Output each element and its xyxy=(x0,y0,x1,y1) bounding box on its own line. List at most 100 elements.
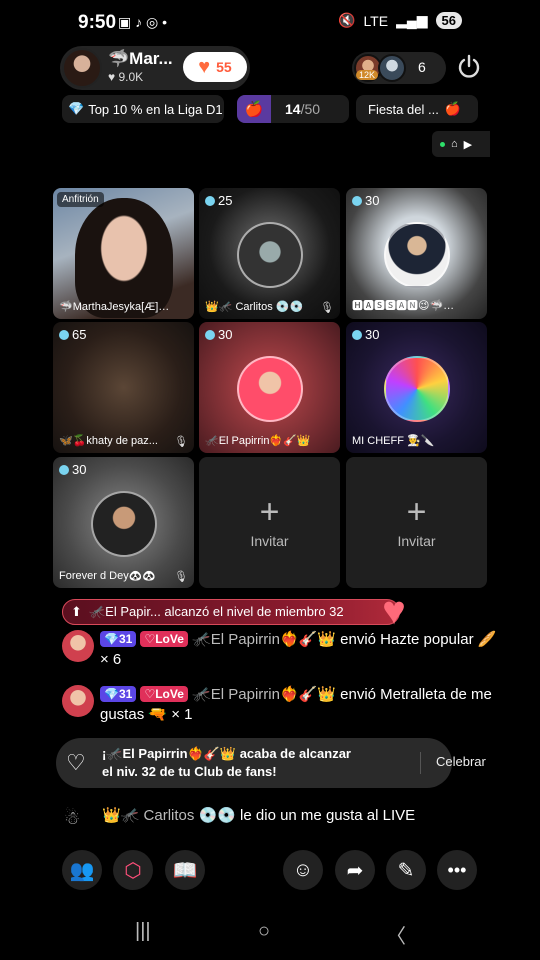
diamond-icon: 💎 xyxy=(68,101,85,116)
tile-label: Forever d Dey🐼🐼 xyxy=(59,570,157,582)
event-pill[interactable]: Fiesta del ... 🍎 xyxy=(356,95,478,123)
tile-count-value: 30 xyxy=(218,327,233,342)
notification-icons: ▣ ♪ ◎ • xyxy=(118,14,168,30)
mic-muted-icon: 🎙 xyxy=(174,571,188,583)
chat-body: 💎31 ♡LoVe 🦟El Papirrin❤️‍🔥🎸👑 envió Hazte… xyxy=(100,630,500,670)
host-avatar[interactable] xyxy=(62,48,102,88)
host-name[interactable]: 🦈Mar... xyxy=(108,49,173,69)
share-arrow-icon: ➦ xyxy=(346,859,364,882)
goal-progress-total: /50 xyxy=(300,101,321,117)
guest-tile[interactable]: 65 🦋🍒khaty de paz... 🎙 xyxy=(53,322,194,453)
guest-avatar xyxy=(91,491,157,557)
chat-avatar[interactable] xyxy=(62,630,94,662)
tile-label: 🅷🅰🆂🆂🅰🅽😉🦈🎮... xyxy=(352,300,463,312)
hoodie-avatar-icon: ☃ xyxy=(64,808,81,828)
host-tag: Anfitrión xyxy=(57,192,104,207)
emoji-sticker-button[interactable]: ☺ xyxy=(283,850,323,890)
magic-wand-icon: ✎ xyxy=(397,859,415,882)
recent-apps-icon[interactable]: ||| xyxy=(135,920,151,943)
event-gift-icon: 🍎 xyxy=(444,101,461,116)
tile-count-value: 30 xyxy=(72,462,87,477)
sticker-icon: ☺ xyxy=(292,858,314,881)
tile-count: 30 xyxy=(352,327,379,342)
event-text: Fiesta del ... xyxy=(368,101,439,117)
like-username[interactable]: 👑🦟 Carlitos 💿💿 xyxy=(102,807,236,824)
plus-icon: + xyxy=(259,493,280,531)
mute-icon: 🔇 xyxy=(338,12,356,28)
live-mini-widget[interactable]: ⌂ ▶ xyxy=(432,131,490,157)
tile-count-value: 65 xyxy=(72,327,87,342)
level-up-arrow-icon: ⬆ xyxy=(71,604,82,619)
tile-count-value: 25 xyxy=(218,193,233,208)
tile-count-value: 30 xyxy=(365,193,380,208)
guest-tile[interactable]: 30 MI CHEFF 👨‍🍳🔪 xyxy=(346,322,487,453)
invite-label: Invitar xyxy=(250,533,289,549)
more-dots-icon: ••• xyxy=(447,859,467,880)
chat-message[interactable]: 💎31 ♡LoVe 🦟El Papirrin❤️‍🔥🎸👑 envió Metra… xyxy=(60,685,500,725)
viewer-count: 6 xyxy=(418,59,426,75)
gem-icon xyxy=(205,329,215,340)
guest-tile[interactable]: 25 👑🦟 Carlitos 💿💿 🎙 xyxy=(199,188,340,319)
goal-progress-text: 14/50 xyxy=(285,101,320,117)
viewer-avatar[interactable] xyxy=(378,54,406,82)
gem-icon xyxy=(352,329,362,340)
guest-tile[interactable]: 30 🦟El Papirrin❤️‍🔥🎸👑 xyxy=(199,322,340,453)
back-icon[interactable]: 〈 xyxy=(386,920,406,949)
tile-count: 30 xyxy=(352,193,379,208)
fanclub-badge: ♡LoVe xyxy=(140,686,188,702)
status-right: 🔇 LTE ▂▄▆ 56 xyxy=(338,12,462,29)
chat-username[interactable]: 🦟El Papirrin❤️‍🔥🎸👑 xyxy=(192,686,336,703)
guest-tile[interactable]: 30 🅷🅰🆂🆂🅰🅽😉🦈🎮... xyxy=(346,188,487,319)
book-button[interactable]: 📖 xyxy=(165,850,205,890)
invite-button[interactable]: + Invitar xyxy=(199,495,340,549)
effects-button[interactable]: ✎ xyxy=(386,850,426,890)
chat-message[interactable]: 💎31 ♡LoVe 🦟El Papirrin❤️‍🔥🎸👑 envió Hazte… xyxy=(60,630,500,670)
like-message: ☃ 👑🦟 Carlitos 💿💿 le dio un me gusta al L… xyxy=(60,806,416,828)
invite-tile[interactable]: + Invitar xyxy=(346,457,487,588)
level-badge: 💎31 xyxy=(100,631,137,647)
tile-label: 🦈MarthaJesyka[Æ]🦟... xyxy=(59,301,170,313)
divider xyxy=(420,752,421,774)
level-badge: 💎31 xyxy=(100,686,137,702)
chat-username[interactable]: 🦟El Papirrin❤️‍🔥🎸👑 xyxy=(192,631,336,648)
home-button-icon[interactable]: ○ xyxy=(258,920,270,943)
gem-icon xyxy=(59,464,69,475)
guest-avatar xyxy=(237,222,303,288)
mic-muted-icon: 🎙 xyxy=(174,436,188,448)
share-button[interactable]: ➦ xyxy=(335,850,375,890)
more-button[interactable]: ••• xyxy=(437,850,477,890)
tile-label: 🦋🍒khaty de paz... xyxy=(59,435,158,447)
people-icon: 👥 xyxy=(69,859,95,882)
heart-outline-icon: ♡ xyxy=(66,750,86,775)
league-pill[interactable]: 💎 Top 10 % en la Liga D1 xyxy=(62,95,224,123)
cube-icon: ⬡ xyxy=(124,859,142,882)
status-bar: 9:50 ▣ ♪ ◎ • 🔇 LTE ▂▄▆ 56 xyxy=(0,0,540,46)
fanclub-text: ¡🦟El Papirrin❤️‍🔥🎸👑 acaba de alcanzar el… xyxy=(102,746,351,779)
battery-badge: 56 xyxy=(435,12,462,29)
level-banner-text: 🦟El Papir... alcanzó el nivel de miembro… xyxy=(89,604,344,619)
network-label: LTE xyxy=(363,12,389,29)
host-name-text: Mar... xyxy=(129,49,173,68)
tile-label: MI CHEFF 👨‍🍳🔪 xyxy=(352,435,435,447)
tile-label: 🦟El Papirrin❤️‍🔥🎸👑 xyxy=(205,435,311,447)
box-button[interactable]: ⬡ xyxy=(113,850,153,890)
live-dot xyxy=(440,141,445,147)
apple-gift-icon: 🍎 xyxy=(237,95,271,123)
invite-tile[interactable]: + Invitar xyxy=(199,457,340,588)
invite-button[interactable]: + Invitar xyxy=(346,495,487,549)
goal-progress-pill[interactable]: 🍎 14/50 xyxy=(237,95,349,123)
host-likes: ♥ 9.0K xyxy=(108,70,144,84)
guest-tile[interactable]: 30 Forever d Dey🐼🐼 🎙 xyxy=(53,457,194,588)
gem-icon xyxy=(352,195,362,206)
like-text: le dio un me gusta al LIVE xyxy=(235,807,416,824)
guest-avatar xyxy=(237,356,303,422)
heart-gem-icon: ♥ xyxy=(382,589,406,633)
follow-heart-button[interactable]: ♥ 55 xyxy=(183,52,247,82)
member-level-banner: ⬆ 🦟El Papir... alcanzó el nivel de miemb… xyxy=(62,599,400,625)
chat-avatar[interactable] xyxy=(62,685,94,717)
guests-button[interactable]: 👥 xyxy=(62,850,102,890)
power-icon[interactable] xyxy=(456,54,482,80)
play-icon: ▶ xyxy=(463,138,473,151)
celebrate-button[interactable]: Celebrar xyxy=(436,754,486,769)
guest-tile-host[interactable]: Anfitrión 🦈MarthaJesyka[Æ]🦟... xyxy=(53,188,194,319)
